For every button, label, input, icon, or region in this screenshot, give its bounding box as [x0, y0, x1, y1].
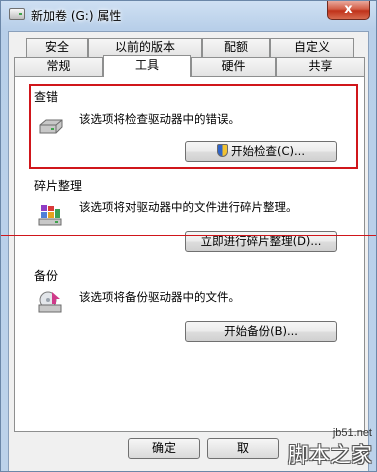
tab-tools[interactable]: 工具	[103, 55, 191, 77]
defrag-icon	[38, 203, 64, 232]
backup-label: 备份	[32, 267, 61, 284]
tab-hardware[interactable]: 硬件	[191, 57, 276, 76]
tab-customize[interactable]: 自定义	[270, 38, 354, 57]
defrag-description: 该选项将对驱动器中的文件进行碎片整理。	[79, 200, 298, 214]
tab-security[interactable]: 安全	[26, 38, 88, 57]
close-button[interactable]: x	[327, 1, 370, 20]
start-backup-button[interactable]: 开始备份(B)...	[185, 321, 337, 342]
backup-icon	[38, 291, 64, 320]
defrag-label: 碎片整理	[32, 177, 85, 194]
tab-quota[interactable]: 配额	[202, 38, 270, 57]
watermark-name: 脚本之家	[288, 443, 372, 467]
watermark-domain: jb51.net	[332, 427, 372, 439]
watermark: jb51.net 脚本之家	[256, 427, 372, 467]
highlight-annotation	[29, 84, 358, 169]
annotation-line	[1, 235, 376, 236]
tab-general[interactable]: 常规	[14, 57, 103, 76]
ok-button[interactable]: 确定	[128, 438, 200, 459]
tab-sharing[interactable]: 共享	[276, 57, 365, 76]
backup-description: 该选项将备份驱动器中的文件。	[79, 290, 240, 304]
drive-icon	[9, 8, 25, 20]
properties-window: 新加卷 (G:) 属性 x 安全 以前的版本 配额 自定义 常规 工具 硬件 共…	[0, 0, 377, 472]
window-title: 新加卷 (G:) 属性	[31, 9, 122, 23]
title-bar[interactable]: 新加卷 (G:) 属性 x	[1, 1, 376, 31]
